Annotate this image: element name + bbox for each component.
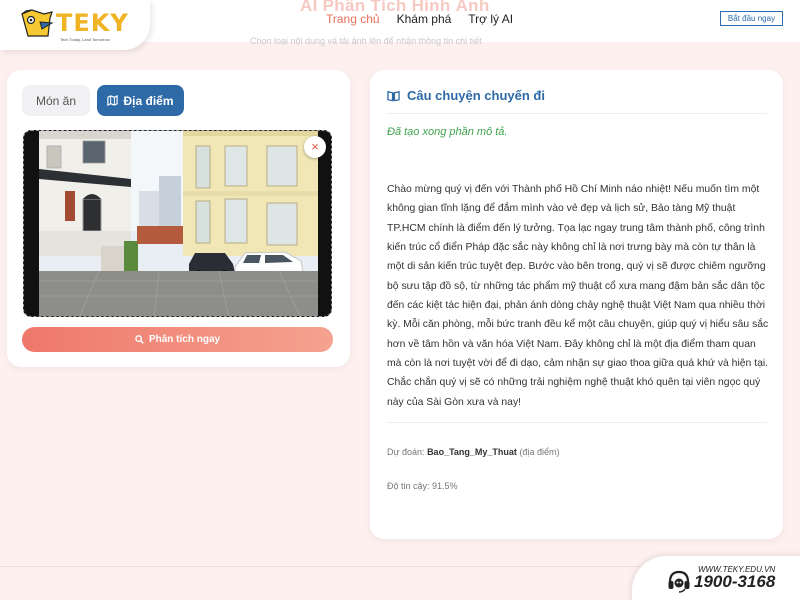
confidence-score: Độ tin cậy: 91.5%: [387, 481, 458, 491]
logo-text: TEKY: [56, 9, 129, 37]
page-subtitle: Chọn loại nội dung và tải ảnh lên để nhậ…: [250, 36, 482, 46]
story-text: Chào mừng quý vị đến với Thành phố Hồ Ch…: [387, 184, 769, 408]
uploaded-image-preview: [23, 130, 332, 317]
logo[interactable]: TEKY Tech Today, Lead Tomorrow: [0, 0, 150, 50]
search-icon: [135, 335, 144, 344]
result-divider: [387, 422, 767, 423]
status-message: Đã tạo xong phần mô tả.: [387, 126, 508, 138]
story-title: Câu chuyện chuyến đi: [387, 88, 545, 103]
tab-food[interactable]: Món ăn: [22, 85, 90, 116]
tab-food-label: Món ăn: [35, 93, 77, 108]
upload-card: Món ăn Địa điểm × Phân tích ngay: [7, 70, 350, 367]
parrot-logo-icon: [21, 9, 54, 37]
tab-place-label: Địa điểm: [123, 93, 174, 108]
museum-photo: [39, 131, 318, 316]
hotline-badge[interactable]: WWW.TEKY.EDU.VN 1900-3168: [632, 556, 800, 600]
prediction-type: (địa điểm): [519, 447, 560, 457]
story-card: Câu chuyện chuyến đi Đã tạo xong phần mô…: [370, 70, 783, 539]
main-nav: Trang chủ Khám phá Trợ lý AI: [326, 12, 513, 26]
start-now-button[interactable]: Bắt đầu ngay: [720, 11, 783, 26]
remove-image-button[interactable]: ×: [304, 136, 326, 158]
prediction-label: Dự đoán:: [387, 447, 425, 457]
story-title-label: Câu chuyện chuyến đi: [407, 88, 545, 103]
tab-place[interactable]: Địa điểm: [97, 85, 184, 116]
nav-explore[interactable]: Khám phá: [397, 12, 452, 26]
headset-icon: [668, 570, 690, 593]
top-header: AI Phân Tích Hình Ảnh Chọn loại nội dung…: [0, 0, 800, 50]
nav-home[interactable]: Trang chủ: [326, 12, 380, 26]
book-icon: [387, 90, 400, 101]
story-divider: [387, 113, 767, 114]
analyze-now-label: Phân tích ngay: [148, 334, 221, 345]
nav-ai-assistant[interactable]: Trợ lý AI: [468, 12, 513, 26]
analyze-now-button[interactable]: Phân tích ngay: [22, 327, 333, 352]
logo-tagline: Tech Today, Lead Tomorrow: [60, 37, 110, 42]
prediction-result: Dự đoán: Bao_Tang_My_Thuat (địa điểm): [387, 447, 559, 457]
map-icon: [107, 95, 119, 106]
prediction-value: Bao_Tang_My_Thuat: [427, 447, 517, 457]
hotline-phone: 1900-3168: [694, 572, 776, 591]
